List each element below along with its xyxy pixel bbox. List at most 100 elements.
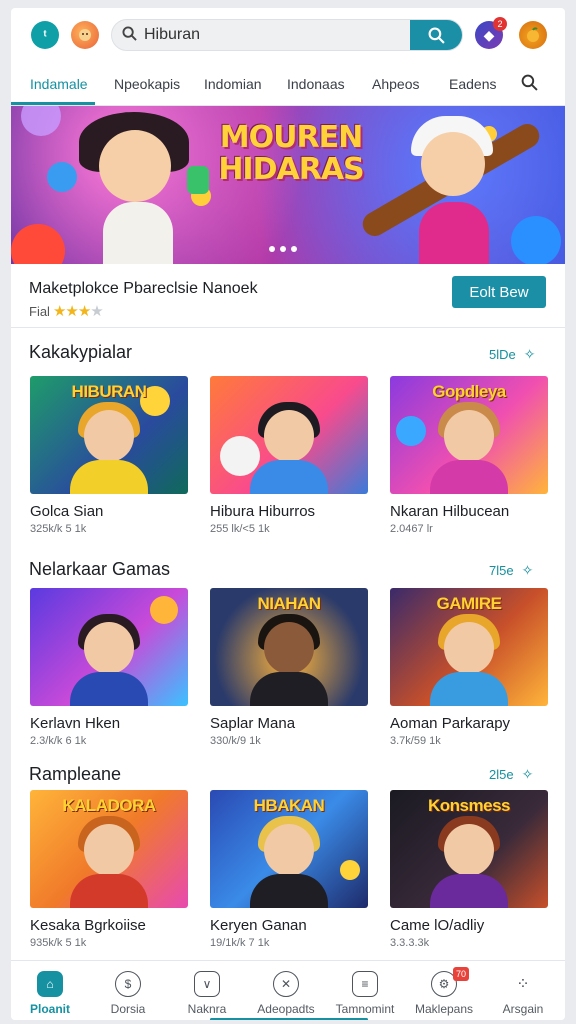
bottom-nav: ⌂ Ploanit $ Dorsia ∨ Naknra ✕ Adeopadts …: [11, 960, 565, 1020]
section-more-label: 5lDe: [489, 347, 516, 362]
game-stats: 255 lk/<5 1k: [210, 523, 270, 535]
rewards-icon[interactable]: [519, 21, 547, 49]
thumbnail-title: NIAHAN: [257, 594, 321, 613]
tab-ahpeos[interactable]: Ahpeos: [372, 76, 419, 92]
game-title: Hibura Hiburros: [210, 503, 316, 520]
avatar[interactable]: [71, 21, 99, 49]
game-title: Golca Sian: [30, 503, 104, 520]
nav-item-maklepans[interactable]: ⚙ 70 Maklepans: [405, 967, 483, 1016]
game-thumbnail: NIAHAN: [210, 588, 368, 706]
active-tab-indicator: [11, 102, 95, 105]
hero-banner[interactable]: MOUREN HIDARAS: [11, 106, 565, 264]
game-thumbnail: [210, 376, 368, 494]
tab-indamale[interactable]: Indamale: [30, 76, 88, 92]
game-card[interactable]: Hibura Hiburros 255 lk/<5 1k: [210, 376, 368, 535]
thumbnail-title: Konsmess: [428, 796, 510, 815]
search-button-icon: [428, 27, 445, 44]
game-thumbnail: [30, 588, 188, 706]
character-face: [421, 132, 485, 196]
section-more-label: 7l5e: [489, 563, 514, 578]
game-thumbnail: KALADORA: [30, 790, 188, 908]
top-bar: ᵗ ◆ 2: [11, 8, 565, 64]
carousel-dots[interactable]: [269, 246, 297, 252]
section-more-link[interactable]: 7l5e ✧: [489, 562, 533, 579]
balloon-decoration: [21, 106, 61, 136]
thumbnail-title: GAMIRE: [436, 594, 503, 613]
nav-label: Ploanit: [29, 1002, 70, 1016]
search-input[interactable]: [144, 26, 410, 44]
game-stats: 2.0467 lr: [390, 523, 433, 535]
banner-title: MOUREN HIDARAS: [218, 120, 364, 187]
search-button[interactable]: [410, 20, 462, 50]
section-title: Kakakypialar: [29, 342, 133, 362]
game-stats: 330/k/9 1k: [210, 735, 261, 747]
tab-search-icon[interactable]: [521, 74, 538, 96]
section-more-link[interactable]: 2l5e ✧: [489, 766, 533, 783]
game-stats: 2.3/k/k 6 1k: [30, 735, 87, 747]
nav-label: Maklepans: [414, 1002, 474, 1016]
game-card[interactable]: KALADORA Kesaka Bgrkoiise 935k/k 5 1k: [30, 790, 188, 949]
featured-title: Maketplokce Pbareclsie Nanoek: [29, 280, 258, 297]
sparkle-arrow-icon: ✧: [521, 766, 534, 782]
game-thumbnail: Gopdleya: [390, 376, 548, 494]
featured-action-button[interactable]: Eolt Bew: [452, 276, 546, 308]
nav-item-adeopadts[interactable]: ✕ Adeopadts: [247, 967, 325, 1016]
game-title: Kesaka Bgrkoiise: [30, 917, 146, 934]
home-indicator: [210, 1018, 368, 1020]
section-title: Nelarkaar Gamas: [29, 559, 171, 579]
game-card[interactable]: Kerlavn Hken 2.3/k/k 6 1k: [30, 588, 188, 747]
nav-item-ploanit[interactable]: ⌂ Ploanit: [11, 967, 89, 1016]
section-more-link[interactable]: 5lDe ✧: [489, 346, 535, 363]
notification-button[interactable]: ◆ 2: [475, 17, 507, 49]
character-body: [419, 202, 489, 264]
game-thumbnail: HBAKAN: [210, 790, 368, 908]
game-title: Saplar Mana: [210, 715, 296, 732]
tab-npeokapis[interactable]: Npeokapis: [114, 76, 180, 92]
nav-item-dorsia[interactable]: $ Dorsia: [89, 967, 167, 1016]
game-stats: 3.7k/59 1k: [390, 735, 441, 747]
thumbnail-title: HBAKAN: [253, 796, 325, 815]
nav-label: Adeopadts: [257, 1002, 315, 1016]
tab-eadens[interactable]: Eadens: [449, 76, 496, 92]
featured-info: Maketplokce Pbareclsie Nanoek Fial ★★★★ …: [11, 264, 565, 328]
tab-indomian[interactable]: Indomian: [204, 76, 262, 92]
game-stats: 19/1k/k 7 1k: [210, 937, 270, 949]
game-title: Keryen Ganan: [210, 917, 307, 934]
nav-item-naknra[interactable]: ∨ Naknra: [168, 967, 246, 1016]
nav-label: Arsgain: [502, 1002, 544, 1016]
app-screen: ᵗ ◆ 2 Indamale Npeokapis: [11, 8, 565, 1020]
balloon-decoration: [11, 224, 65, 264]
sparkle-arrow-icon: ✧: [523, 346, 536, 362]
notification-badge: 2: [493, 17, 507, 31]
game-title: Kerlavn Hken: [30, 715, 121, 732]
game-card[interactable]: Gopdleya Nkaran Hilbucean 2.0467 lr: [390, 376, 548, 535]
game-title: Came lO/adliy: [390, 917, 485, 934]
game-card[interactable]: GAMIRE Aoman Parkarapy 3.7k/59 1k: [390, 588, 548, 747]
gem-decoration: [47, 162, 77, 192]
app-logo-icon[interactable]: ᵗ: [31, 21, 59, 49]
thumbnail-title: KALADORA: [62, 796, 156, 815]
nav-badge: 70: [453, 967, 469, 981]
game-card[interactable]: HIBURAN Golca Sian 325k/k 5 1k: [30, 376, 188, 535]
thumbnail-title: HIBURAN: [71, 382, 147, 401]
nav-label: Tamnomint: [335, 1002, 395, 1016]
game-title: Aoman Parkarapy: [390, 715, 511, 732]
game-card[interactable]: HBAKAN Keryen Ganan 19/1k/k 7 1k: [210, 790, 368, 949]
category-tabs: Indamale Npeokapis Indomian Indonaas Ahp…: [11, 64, 565, 106]
game-card[interactable]: Konsmess Came lO/adliy 3.3.3.3k: [390, 790, 548, 949]
sparkle-arrow-icon: ✧: [521, 562, 534, 578]
game-thumbnail: HIBURAN: [30, 376, 188, 494]
bell-icon: ◆: [483, 26, 495, 43]
search-bar: [111, 19, 463, 51]
gem-decoration: [187, 166, 209, 194]
game-stats: 325k/k 5 1k: [30, 523, 87, 535]
game-title: Nkaran Hilbucean: [390, 503, 510, 520]
home-icon: ⌂: [37, 971, 63, 997]
nav-item-arsgain[interactable]: ⁘ Arsgain: [484, 967, 562, 1016]
game-card[interactable]: NIAHAN Saplar Mana 330/k/9 1k: [210, 588, 368, 747]
search-circle-icon: $: [115, 971, 141, 997]
section-title: Rampleane: [29, 764, 122, 784]
nav-item-tamnomint[interactable]: ≡ Tamnomint: [326, 967, 404, 1016]
character-body: [103, 202, 173, 264]
tab-indonaas[interactable]: Indonaas: [287, 76, 345, 92]
